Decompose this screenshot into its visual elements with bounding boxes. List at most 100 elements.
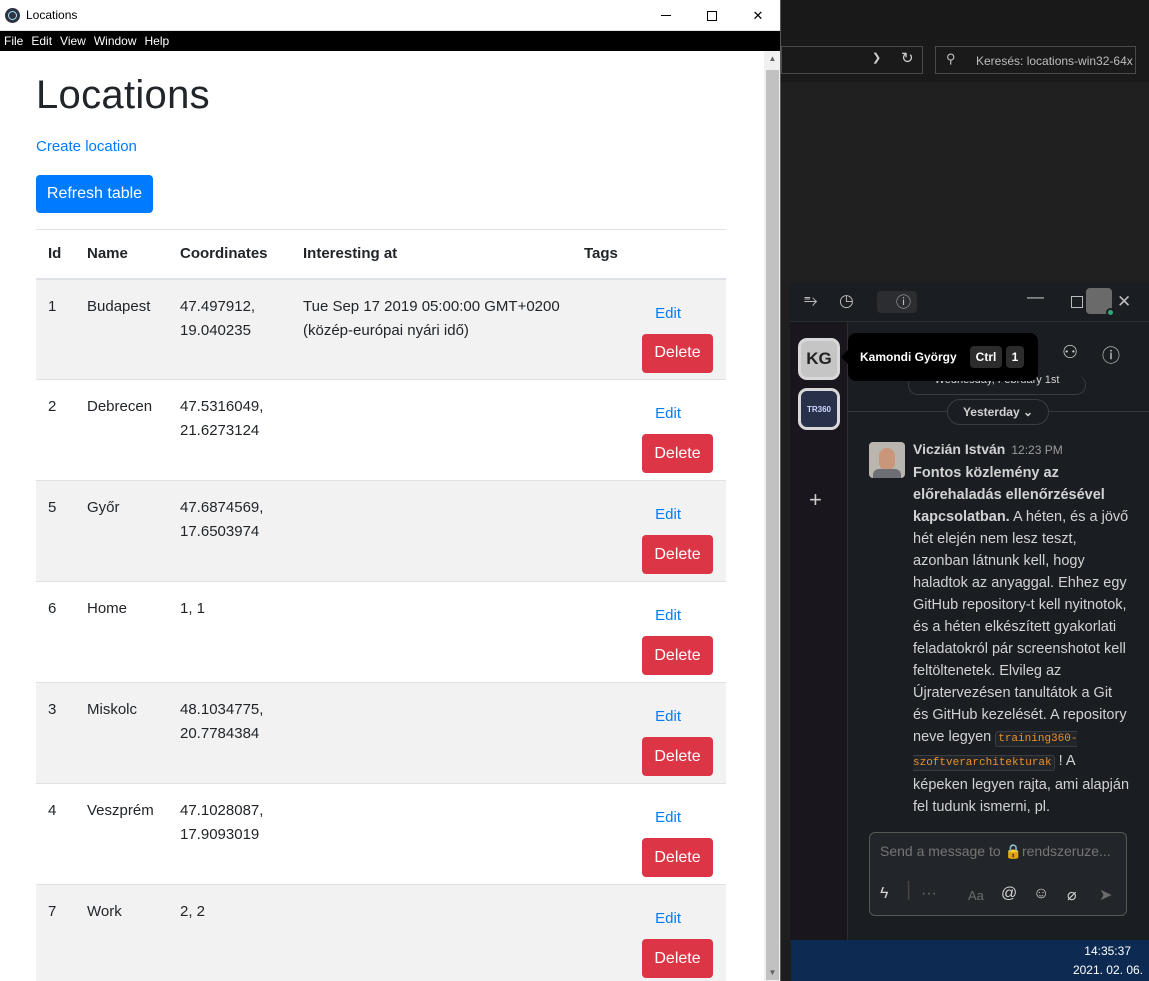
clock-time[interactable]: 14:35:37 (1084, 944, 1131, 958)
header-id: Id (36, 229, 75, 280)
workspace-kg-initials: KG (806, 349, 832, 368)
header-coordinates: Coordinates (168, 229, 291, 280)
edit-link[interactable]: Edit (655, 806, 681, 830)
workspace-tr360-logo: TR360 (806, 404, 831, 414)
cell-tags-actions: Edit Delete (572, 682, 726, 784)
edit-link[interactable]: Edit (655, 302, 681, 326)
cell-tags-actions: Edit Delete (572, 884, 726, 981)
delete-button[interactable]: Delete (642, 535, 713, 574)
info-icon[interactable]: ⓘ (1102, 342, 1120, 368)
refresh-table-button[interactable]: Refresh table (36, 175, 153, 213)
delete-button[interactable]: Delete (642, 333, 713, 373)
shortcuts-icon[interactable]: ϟ (880, 885, 888, 903)
explorer-address-bar: ❯ ↻ ⚲ Keresés: locations-win32-64x (781, 38, 1149, 82)
message-time[interactable]: 12:23 PM (1011, 443, 1062, 457)
edit-link[interactable]: Edit (655, 503, 681, 527)
date-divider-yesterday[interactable]: Yesterday ⌄ (947, 399, 1049, 425)
message-input[interactable] (880, 843, 1116, 859)
workspace-tr360[interactable]: TR360 (798, 388, 840, 430)
cell-interesting-at (291, 884, 572, 981)
title-bar: Locations ✕ (0, 0, 780, 31)
edit-link[interactable]: Edit (655, 604, 681, 628)
cell-coordinates: 47.5316049, 21.6273124 (168, 379, 291, 481)
cell-coordinates: 1, 1 (168, 581, 291, 683)
vertical-scrollbar[interactable]: ▲ ▼ (764, 51, 780, 981)
edit-link[interactable]: Edit (655, 705, 681, 729)
cell-id: 6 (36, 581, 75, 683)
attachment-icon[interactable]: ⌀ (1067, 885, 1077, 905)
menu-window[interactable]: Window (90, 31, 137, 51)
minimize-button[interactable] (643, 0, 689, 31)
delete-button[interactable]: Delete (642, 636, 713, 675)
scroll-down-icon[interactable]: ▼ (764, 968, 780, 977)
message-text: A héten, és a jövő hét elején nem lesz t… (913, 509, 1129, 745)
header-tags: Tags (572, 229, 726, 280)
scroll-up-icon[interactable]: ▲ (764, 54, 780, 63)
workspace-kg[interactable]: KG (798, 338, 840, 380)
history-icon[interactable]: ◷ (839, 291, 854, 311)
delete-button[interactable]: Delete (642, 838, 713, 877)
create-location-link[interactable]: Create location (36, 138, 137, 155)
cell-id: 2 (36, 379, 75, 481)
menu-edit[interactable]: Edit (27, 31, 52, 51)
table-row: 7 Work 2, 2 Edit Delete (36, 884, 726, 981)
edit-link[interactable]: Edit (655, 402, 681, 426)
menu-view[interactable]: View (56, 31, 86, 51)
cell-name: Veszprém (75, 783, 168, 885)
cell-name: Budapest (75, 278, 168, 380)
tooltip-key-ctrl: Ctrl (970, 346, 1002, 368)
table-row: 6 Home 1, 1 Edit Delete (36, 581, 726, 683)
refresh-icon[interactable]: ↻ (901, 49, 914, 67)
edit-link[interactable]: Edit (655, 907, 681, 931)
delete-button[interactable]: Delete (642, 434, 713, 473)
emoji-icon[interactable]: ☺ (1033, 885, 1049, 903)
cell-id: 4 (36, 783, 75, 885)
message-avatar[interactable] (869, 442, 905, 478)
delete-button[interactable]: Delete (642, 737, 713, 776)
page-content: Locations Create location Refresh table … (0, 51, 764, 981)
message-author[interactable]: Viczián István (913, 441, 1005, 457)
delete-button[interactable]: Delete (642, 939, 713, 978)
menu-bar: File Edit View Window Help (0, 31, 780, 51)
cell-coordinates: 47.1028087, 17.9093019 (168, 783, 291, 885)
chevron-down-icon[interactable]: ❯ (872, 51, 881, 64)
cell-interesting-at: Tue Sep 17 2019 05:00:00 GMT+0200 (közép… (291, 278, 572, 380)
table-row: 4 Veszprém 47.1028087, 17.9093019 Edit Delet… (36, 783, 726, 885)
cell-name: Work (75, 884, 168, 981)
text-format-icon[interactable]: Aa (968, 888, 984, 903)
explorer-search-placeholder: Keresés: locations-win32-64x (976, 54, 1133, 68)
close-icon[interactable]: ✕ (1117, 292, 1131, 312)
clock-date[interactable]: 2021. 02. 06. (1073, 963, 1143, 977)
maximize-button[interactable] (689, 0, 735, 31)
cell-coordinates: 47.6874569, 17.6503974 (168, 480, 291, 582)
add-workspace-icon[interactable]: + (809, 487, 822, 513)
cell-interesting-at (291, 379, 572, 481)
menu-file[interactable]: File (0, 31, 23, 51)
date-divider-label: Yesterday (962, 405, 1020, 419)
close-icon: ✕ (752, 7, 764, 23)
background-window-body (781, 82, 1149, 282)
send-icon[interactable]: ➤ (1099, 885, 1112, 905)
help-icon[interactable]: ⓘ (877, 291, 917, 313)
menu-help[interactable]: Help (141, 31, 170, 51)
cell-tags-actions: Edit Delete (572, 783, 726, 885)
tooltip-name: Kamondi György (860, 350, 957, 364)
scroll-thumb[interactable] (766, 70, 779, 980)
mention-icon[interactable]: @ (1001, 885, 1017, 903)
cell-name: Miskolc (75, 682, 168, 784)
cell-id: 7 (36, 884, 75, 981)
add-member-icon[interactable]: ⚇ (1062, 342, 1078, 363)
minimize-icon[interactable]: — (1027, 287, 1044, 307)
workspace-tooltip: Kamondi György Ctrl 1 (841, 333, 1038, 381)
composer-separator: | (906, 879, 912, 901)
table-row: 3 Miskolc 48.1034775, 20.7784384 Edit Delete (36, 682, 726, 784)
background-window-top (781, 0, 1149, 38)
message-composer: ϟ | ··· Aa @ ☺ ⌀ ➤ (869, 832, 1127, 916)
cell-id: 1 (36, 278, 75, 380)
cell-coordinates: 48.1034775, 20.7784384 (168, 682, 291, 784)
more-formatting-icon[interactable]: ··· (921, 885, 937, 903)
close-button[interactable]: ✕ (735, 0, 780, 31)
explorer-search-field[interactable]: ⚲ Keresés: locations-win32-64x (935, 46, 1136, 74)
maximize-icon[interactable] (1071, 296, 1083, 308)
sidebar-toggle-icon[interactable]: ⥱ (804, 291, 818, 311)
